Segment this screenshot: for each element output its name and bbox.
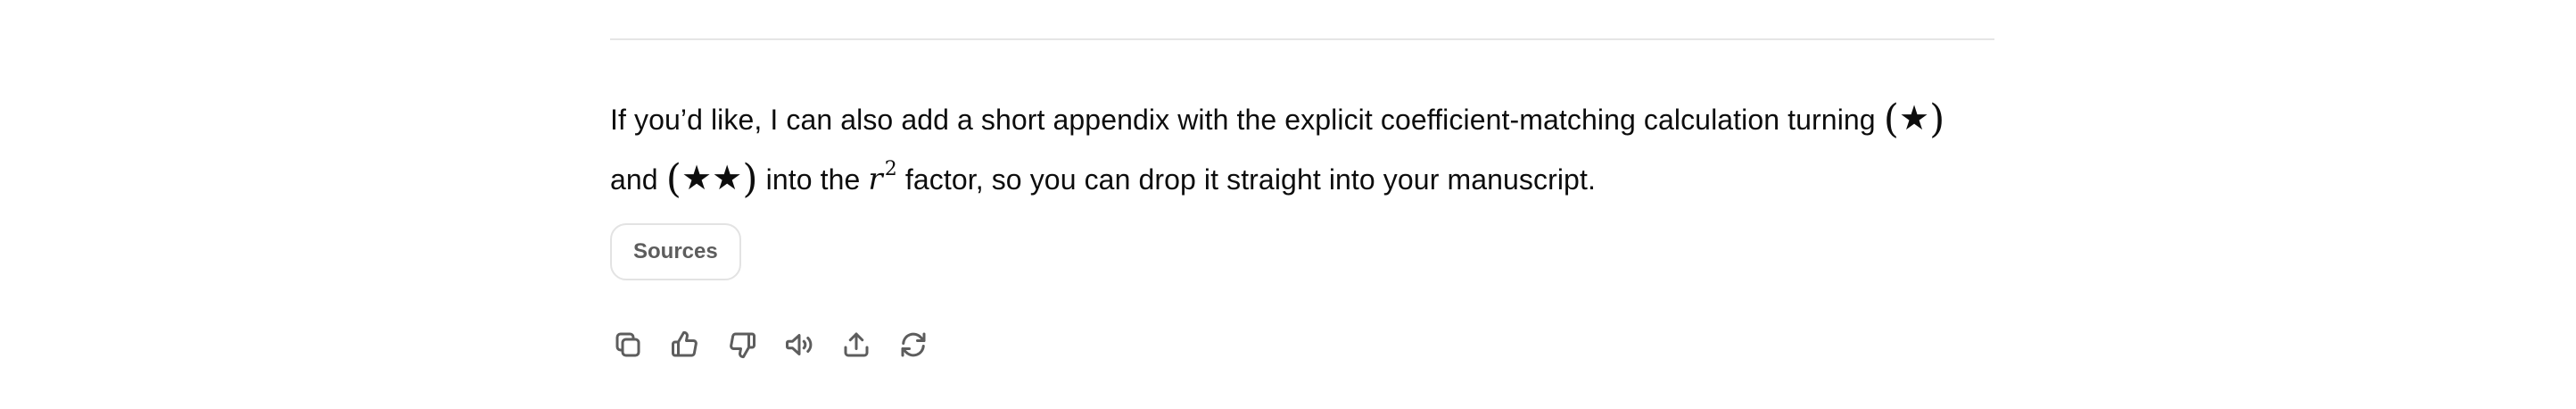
math-r-squared: r2: [868, 158, 897, 197]
regenerate-icon: [901, 332, 926, 357]
read-aloud-button[interactable]: [780, 325, 819, 364]
math-double-star: (★★): [665, 156, 758, 202]
message-line-1: If you’d like, I can also add a short ap…: [610, 93, 2002, 145]
divider: [610, 38, 1994, 40]
message-actions: [608, 325, 933, 364]
message-text: If you’d like, I can also add a short ap…: [610, 104, 1876, 136]
thumbs-down-icon: [730, 332, 755, 359]
copy-icon: [615, 332, 640, 357]
read-aloud-icon: [786, 334, 813, 355]
message-text: into the: [765, 163, 861, 196]
share-button[interactable]: [837, 325, 876, 364]
thumbs-up-icon: [672, 330, 698, 357]
thumbs-down-button[interactable]: [722, 325, 762, 364]
thumbs-up-button[interactable]: [665, 325, 705, 364]
assistant-message: If you’d like, I can also add a short ap…: [610, 93, 2002, 204]
math-single-star: (★): [1883, 96, 1945, 142]
share-icon: [844, 332, 869, 357]
message-text: factor, so you can drop it straight into…: [904, 163, 1596, 196]
regenerate-button[interactable]: [894, 325, 933, 364]
message-line-2: and (★★) into the r2 factor, so you can …: [610, 145, 2002, 204]
sources-button[interactable]: Sources: [610, 223, 741, 280]
message-text: and: [610, 163, 658, 196]
copy-button[interactable]: [608, 325, 648, 364]
